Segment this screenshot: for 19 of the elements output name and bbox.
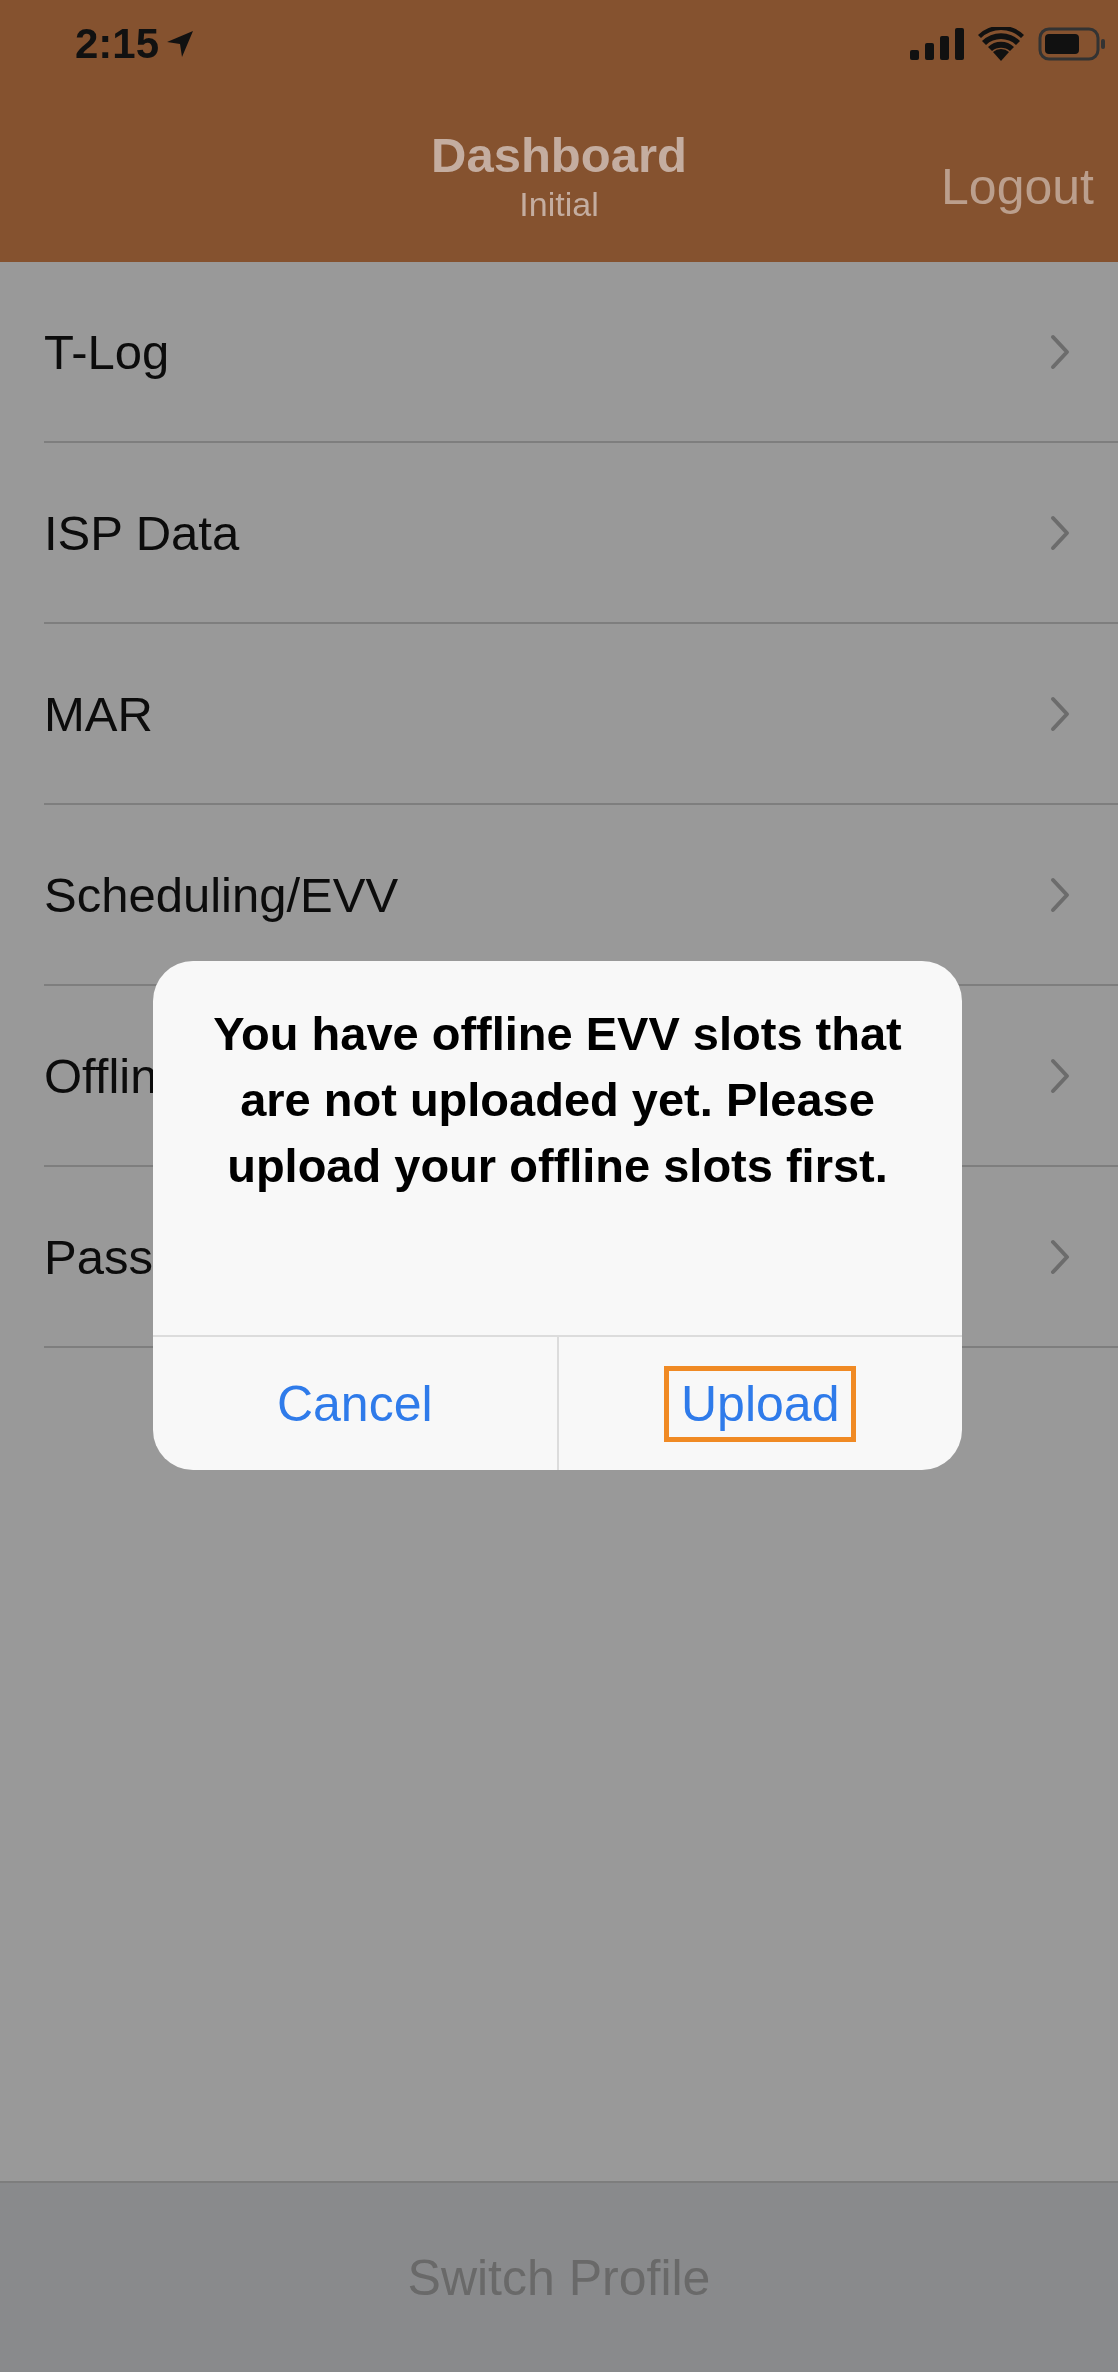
alert-button[interactable]: Upload bbox=[664, 1365, 857, 1442]
chevron-icon bbox=[1050, 1238, 1070, 1275]
chevron-icon bbox=[1050, 876, 1070, 913]
alert-button[interactable]: Cancel bbox=[259, 1365, 450, 1442]
location-arrow-icon bbox=[165, 29, 196, 59]
chevron-icon bbox=[1050, 333, 1070, 370]
menu-item[interactable]: T-Log bbox=[44, 262, 1118, 443]
chevron-icon bbox=[1050, 695, 1070, 732]
battery-icon bbox=[1038, 27, 1106, 61]
menu-item[interactable]: MAR bbox=[44, 624, 1118, 805]
chevron-icon bbox=[1050, 1057, 1070, 1094]
signal-icon bbox=[910, 28, 964, 60]
menu-item[interactable]: ISP Data bbox=[44, 443, 1118, 624]
chevron-icon bbox=[1050, 514, 1070, 551]
status-time: 2:15 bbox=[75, 20, 160, 68]
nav-title: Dashboard bbox=[431, 127, 687, 184]
wifi-icon bbox=[978, 27, 1024, 61]
nav-subtitle: Initial bbox=[519, 184, 599, 224]
alert-message: You have offline EVV slots that are not uploaded yet. Please upload your offline slots first. bbox=[153, 961, 962, 1337]
